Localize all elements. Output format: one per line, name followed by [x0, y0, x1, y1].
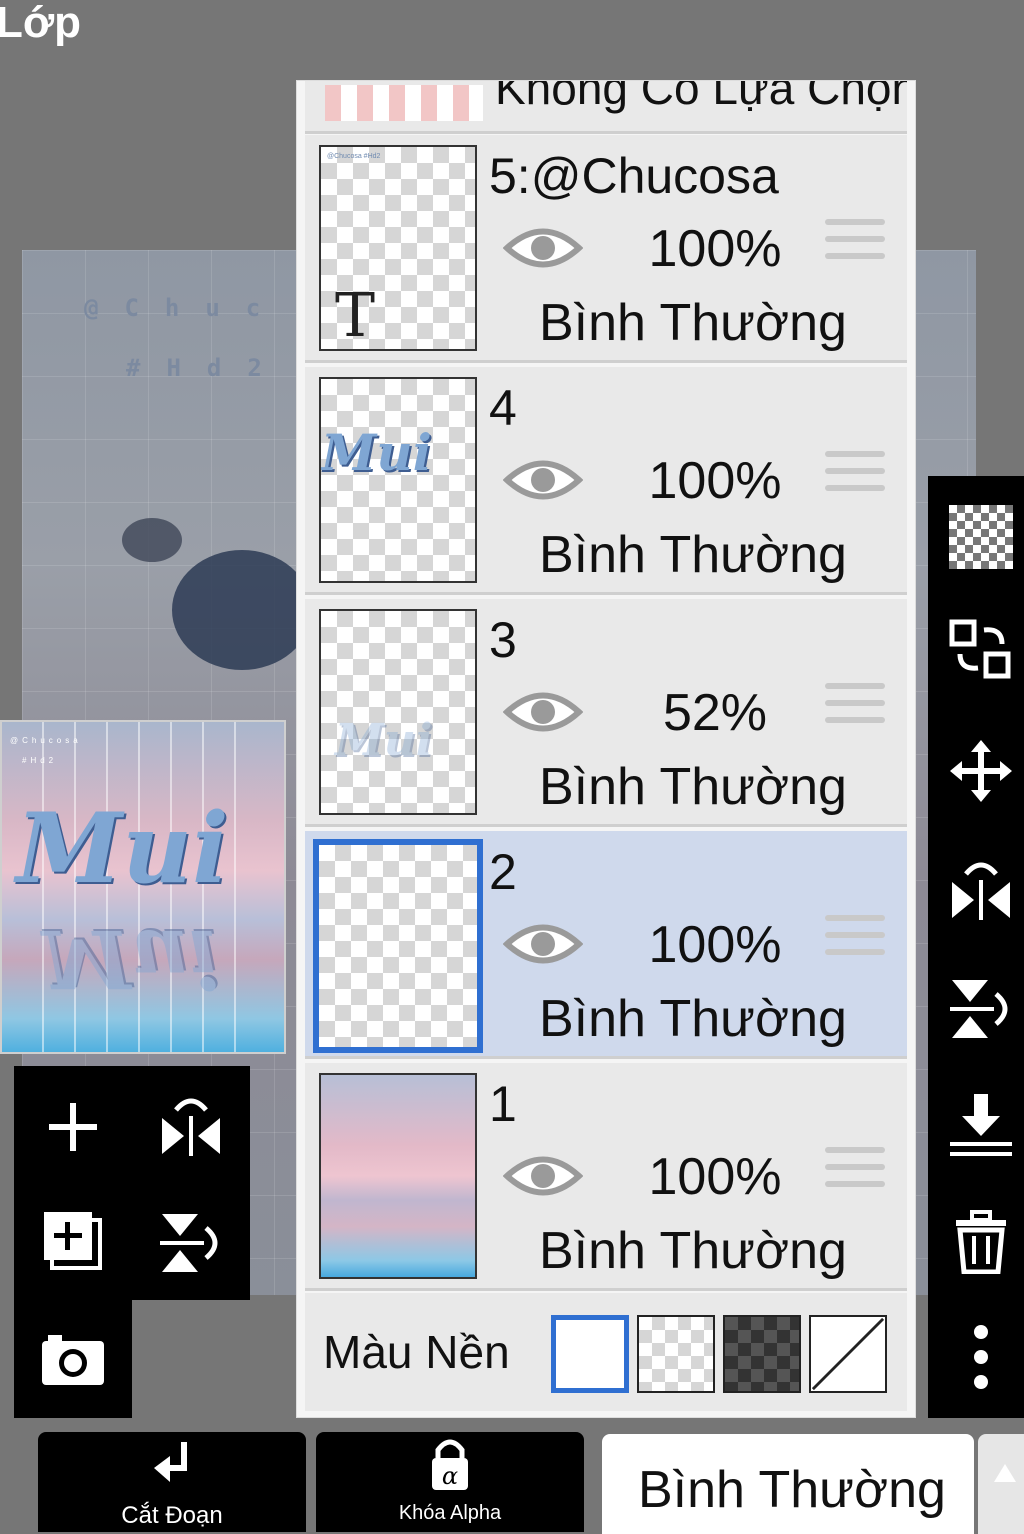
- flip-horizontal-icon: [952, 862, 1010, 920]
- triangle-up-icon: [994, 1464, 1016, 1482]
- alpha-lock-button[interactable]: α Khóa Alpha: [316, 1432, 584, 1532]
- layer-blend-mode: Bình Thường: [539, 294, 847, 352]
- duplicate-layer-button[interactable]: [40, 1208, 106, 1274]
- transparency-checker-button[interactable]: [948, 504, 1014, 570]
- layer-thumbnail: [319, 1073, 477, 1279]
- layer-opacity[interactable]: 100%: [605, 1147, 825, 1207]
- thumb-art: Mui: [335, 715, 433, 766]
- background-color-label: Màu Nền: [323, 1326, 510, 1378]
- merge-down-button[interactable]: [948, 1092, 1014, 1158]
- clipping-label: Cắt Đoạn: [121, 1502, 223, 1529]
- drag-handle-icon[interactable]: [825, 683, 885, 737]
- camera-button[interactable]: [38, 1326, 108, 1392]
- text-layer-icon: T: [335, 281, 376, 351]
- background-color-row: Màu Nền: [305, 1293, 907, 1411]
- right-toolbar: [928, 476, 1024, 1418]
- layer-blend-mode: Bình Thường: [539, 758, 847, 816]
- flip-horizontal-button[interactable]: [948, 856, 1014, 922]
- more-options-button[interactable]: [948, 1324, 1014, 1390]
- thumb-art: @Chucosa #Hd2: [327, 153, 381, 160]
- alpha-lock-label: Khóa Alpha: [398, 1502, 502, 1524]
- layer-name: 4: [489, 380, 517, 436]
- more-vertical-icon: [974, 1325, 988, 1389]
- trash-icon: [956, 1210, 1006, 1274]
- add-copy-icon: [44, 1212, 102, 1270]
- plus-icon: [49, 1103, 97, 1151]
- layer-name: 2: [489, 844, 517, 900]
- canvas-text-line1: @Chuc: [84, 294, 287, 322]
- layer-name: 3: [489, 612, 517, 668]
- layer-blend-mode: Bình Thường: [539, 1222, 847, 1280]
- layer-blend-mode: Bình Thường: [539, 990, 847, 1048]
- canvas-preview[interactable]: @Chucosa #Hd2 Mui Mui: [0, 720, 286, 1054]
- delete-layer-button[interactable]: [948, 1208, 1014, 1274]
- visibility-eye-icon[interactable]: [503, 223, 583, 273]
- layer-row-4[interactable]: Mui 4 100% Bình Thường: [305, 367, 907, 595]
- merge-down-icon: [950, 1094, 1012, 1156]
- camera-icon: [42, 1335, 104, 1385]
- move-button[interactable]: [948, 738, 1014, 804]
- svg-text:α: α: [442, 1462, 458, 1490]
- drag-handle-icon[interactable]: [825, 219, 885, 273]
- blend-mode-value: Bình Thường: [638, 1461, 946, 1519]
- layer-name: 5:@Chucosa: [489, 148, 779, 204]
- bg-swatch-checker-dark[interactable]: [723, 1315, 801, 1393]
- blend-mode-arrow-button[interactable]: [978, 1434, 1024, 1534]
- clipping-button[interactable]: Cắt Đoạn: [38, 1432, 306, 1532]
- layer-opacity[interactable]: 100%: [605, 451, 825, 511]
- bg-swatch-white[interactable]: [551, 1315, 629, 1393]
- preview-grid-line: [234, 722, 236, 1052]
- visibility-eye-icon[interactable]: [503, 455, 583, 505]
- flip-horizontal-icon: [162, 1098, 220, 1156]
- lock-icon: α: [432, 1439, 468, 1490]
- flip-vertical-icon: [160, 1214, 218, 1272]
- preview-header-line2: #Hd2: [22, 756, 58, 765]
- swap-layer-button[interactable]: [948, 616, 1014, 682]
- page-title: Lớp: [0, 0, 82, 47]
- visibility-eye-icon[interactable]: [503, 687, 583, 737]
- layer-thumbnail: Mui: [319, 609, 477, 815]
- flip-layer-vertical-button[interactable]: [156, 1208, 226, 1278]
- drag-handle-icon[interactable]: [825, 451, 885, 505]
- layer-none-label: Không Có Lựa Chọn: [495, 81, 907, 114]
- layer-row-1[interactable]: 1 100% Bình Thường: [305, 1063, 907, 1291]
- add-layer-button[interactable]: [40, 1094, 106, 1160]
- thumb-art: Mui: [321, 423, 432, 482]
- preview-art-text: Mui: [16, 792, 229, 905]
- layer-opacity[interactable]: 100%: [605, 219, 825, 279]
- blend-mode-select[interactable]: Bình Thường: [602, 1434, 974, 1534]
- layer-row-5[interactable]: @Chucosa #Hd2 T 5:@Chucosa 100% Bình Thư…: [305, 135, 907, 363]
- clip-arrow-icon: [154, 1442, 187, 1482]
- layer-row-2[interactable]: 2 100% Bình Thường: [305, 831, 907, 1059]
- layer-thumbnail: [325, 85, 483, 121]
- visibility-eye-icon[interactable]: [503, 919, 583, 969]
- layer-blend-mode: Bình Thường: [539, 526, 847, 584]
- checker-icon: [949, 505, 1013, 569]
- swap-icon: [949, 619, 1011, 679]
- flip-layer-horizontal-button[interactable]: [156, 1090, 226, 1160]
- flip-vertical-button[interactable]: [948, 976, 1014, 1042]
- visibility-eye-icon[interactable]: [503, 1151, 583, 1201]
- move-icon: [950, 740, 1012, 802]
- layer-panel: Không Có Lựa Chọn @Chucosa #Hd2 T 5:@Chu…: [296, 80, 916, 1418]
- layer-row-none[interactable]: Không Có Lựa Chọn: [305, 81, 907, 134]
- layer-thumbnail: Mui: [319, 377, 477, 583]
- flip-vertical-icon: [950, 980, 1008, 1038]
- bg-swatch-checker-light[interactable]: [637, 1315, 715, 1393]
- layer-opacity[interactable]: 100%: [605, 915, 825, 975]
- drag-handle-icon[interactable]: [825, 1147, 885, 1201]
- layer-name: 1: [489, 1076, 517, 1132]
- drag-handle-icon[interactable]: [825, 915, 885, 969]
- layer-thumbnail: [313, 839, 483, 1053]
- layer-opacity[interactable]: 52%: [605, 683, 825, 743]
- layer-row-3[interactable]: Mui 3 52% Bình Thường: [305, 599, 907, 827]
- preview-art-reflection: Mui: [42, 912, 220, 1006]
- canvas-text-line2: #Hd2: [126, 354, 288, 382]
- bg-swatch-none[interactable]: [809, 1315, 887, 1393]
- preview-header-line1: @Chucosa: [10, 736, 82, 745]
- layer-thumbnail: @Chucosa #Hd2 T: [319, 145, 477, 351]
